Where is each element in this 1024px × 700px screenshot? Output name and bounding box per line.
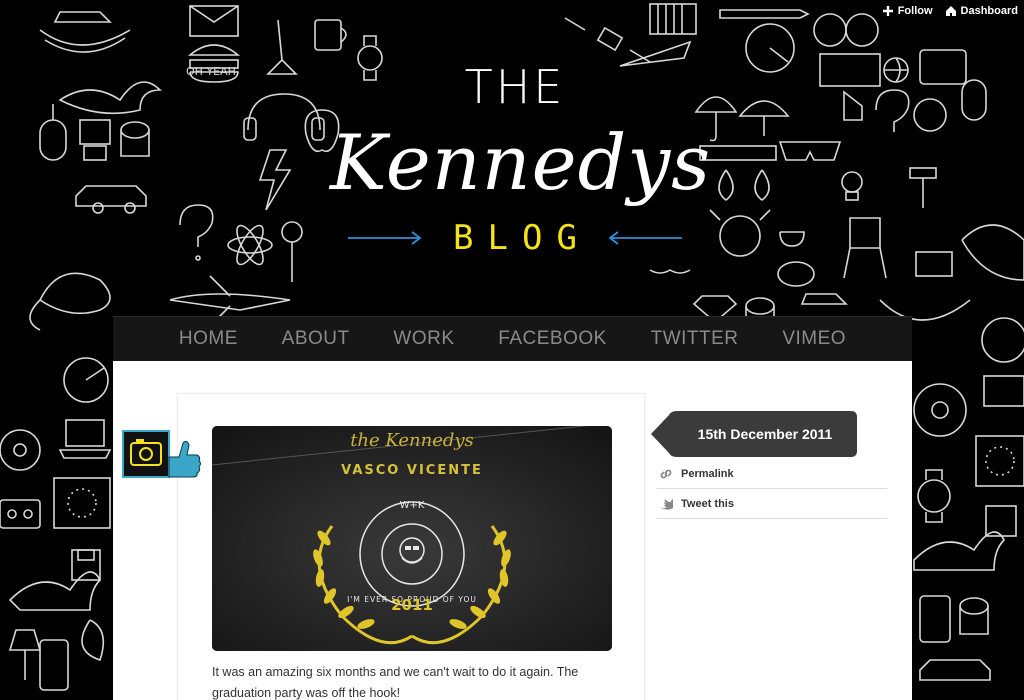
blog-header: THE Kennedys BLOG <box>0 0 1024 316</box>
post-meta-links: Permalink Tweet this <box>657 459 887 519</box>
doodle-floppy2-icon <box>985 505 1017 537</box>
photo-year-text: 2011 <box>391 596 433 614</box>
nav-twitter[interactable]: TWITTER <box>651 328 739 350</box>
doodle-leaf-icon <box>81 619 105 662</box>
doodle-toiletroll3-icon <box>959 597 989 635</box>
photo-script-text: the Kennedys <box>350 430 474 451</box>
link-icon <box>660 469 672 478</box>
blog-title[interactable]: Kennedys <box>330 118 710 207</box>
doodle-pizza-icon <box>63 357 109 403</box>
doodle-pizza3-icon <box>981 317 1024 363</box>
doodle-floppy-icon <box>71 549 101 581</box>
nav-facebook[interactable]: FACEBOOK <box>498 328 607 350</box>
doodle-record-icon <box>0 429 41 471</box>
nav-work[interactable]: WORK <box>393 328 454 350</box>
blog-subtitle-row: BLOG <box>348 218 682 258</box>
photo-badge-top: W+K <box>400 500 425 511</box>
blog-subtitle: BLOG <box>453 218 591 258</box>
nav-vimeo[interactable]: VIMEO <box>782 328 846 350</box>
doodle-computer-icon <box>983 375 1024 407</box>
post-date: 15th December 2011 <box>697 426 833 442</box>
permalink-link[interactable]: Permalink <box>657 459 887 489</box>
photo-name-text: VASCO VICENTE <box>341 463 483 478</box>
doodle-watch3-icon <box>917 469 951 523</box>
doodle-eu-flag2-icon <box>975 435 1024 487</box>
doodle-phone-icon <box>39 639 69 691</box>
post-card: the Kennedys VASCO VICENTE W+K I'M EVER … <box>177 393 645 700</box>
post-date-tab: 15th December 2011 <box>651 411 857 457</box>
main-nav: HOME ABOUT WORK FACEBOOK TWITTER VIMEO <box>113 316 912 361</box>
doodle-lamp-icon <box>8 629 42 680</box>
doodle-car2-icon <box>919 659 991 681</box>
nav-about[interactable]: ABOUT <box>282 328 350 350</box>
left-arrow-icon <box>606 231 682 245</box>
doodle-gameboy2-icon <box>919 595 951 643</box>
photo-post-badge <box>121 427 201 483</box>
doodle-cassette-icon <box>0 499 41 529</box>
doodle-eu-flag-icon <box>53 477 111 529</box>
post-body-text: It was an amazing six months and we can'… <box>212 665 579 700</box>
right-arrow-icon <box>348 231 424 245</box>
doodle-laptop-icon <box>58 419 112 459</box>
tweet-this-label: Tweet this <box>681 497 734 510</box>
title-the: THE <box>464 60 566 114</box>
nav-home[interactable]: HOME <box>179 328 238 350</box>
twitter-bird-icon <box>660 498 673 510</box>
doodle-record2-icon <box>913 383 967 437</box>
post-photo[interactable]: the Kennedys VASCO VICENTE W+K I'M EVER … <box>212 426 612 651</box>
permalink-label: Permalink <box>681 467 734 480</box>
doodle-dino2-icon <box>8 571 101 611</box>
doodle-dino3-icon <box>913 531 1005 571</box>
content-panel: the Kennedys VASCO VICENTE W+K I'M EVER … <box>113 361 912 700</box>
tweet-this-link[interactable]: Tweet this <box>657 489 887 519</box>
